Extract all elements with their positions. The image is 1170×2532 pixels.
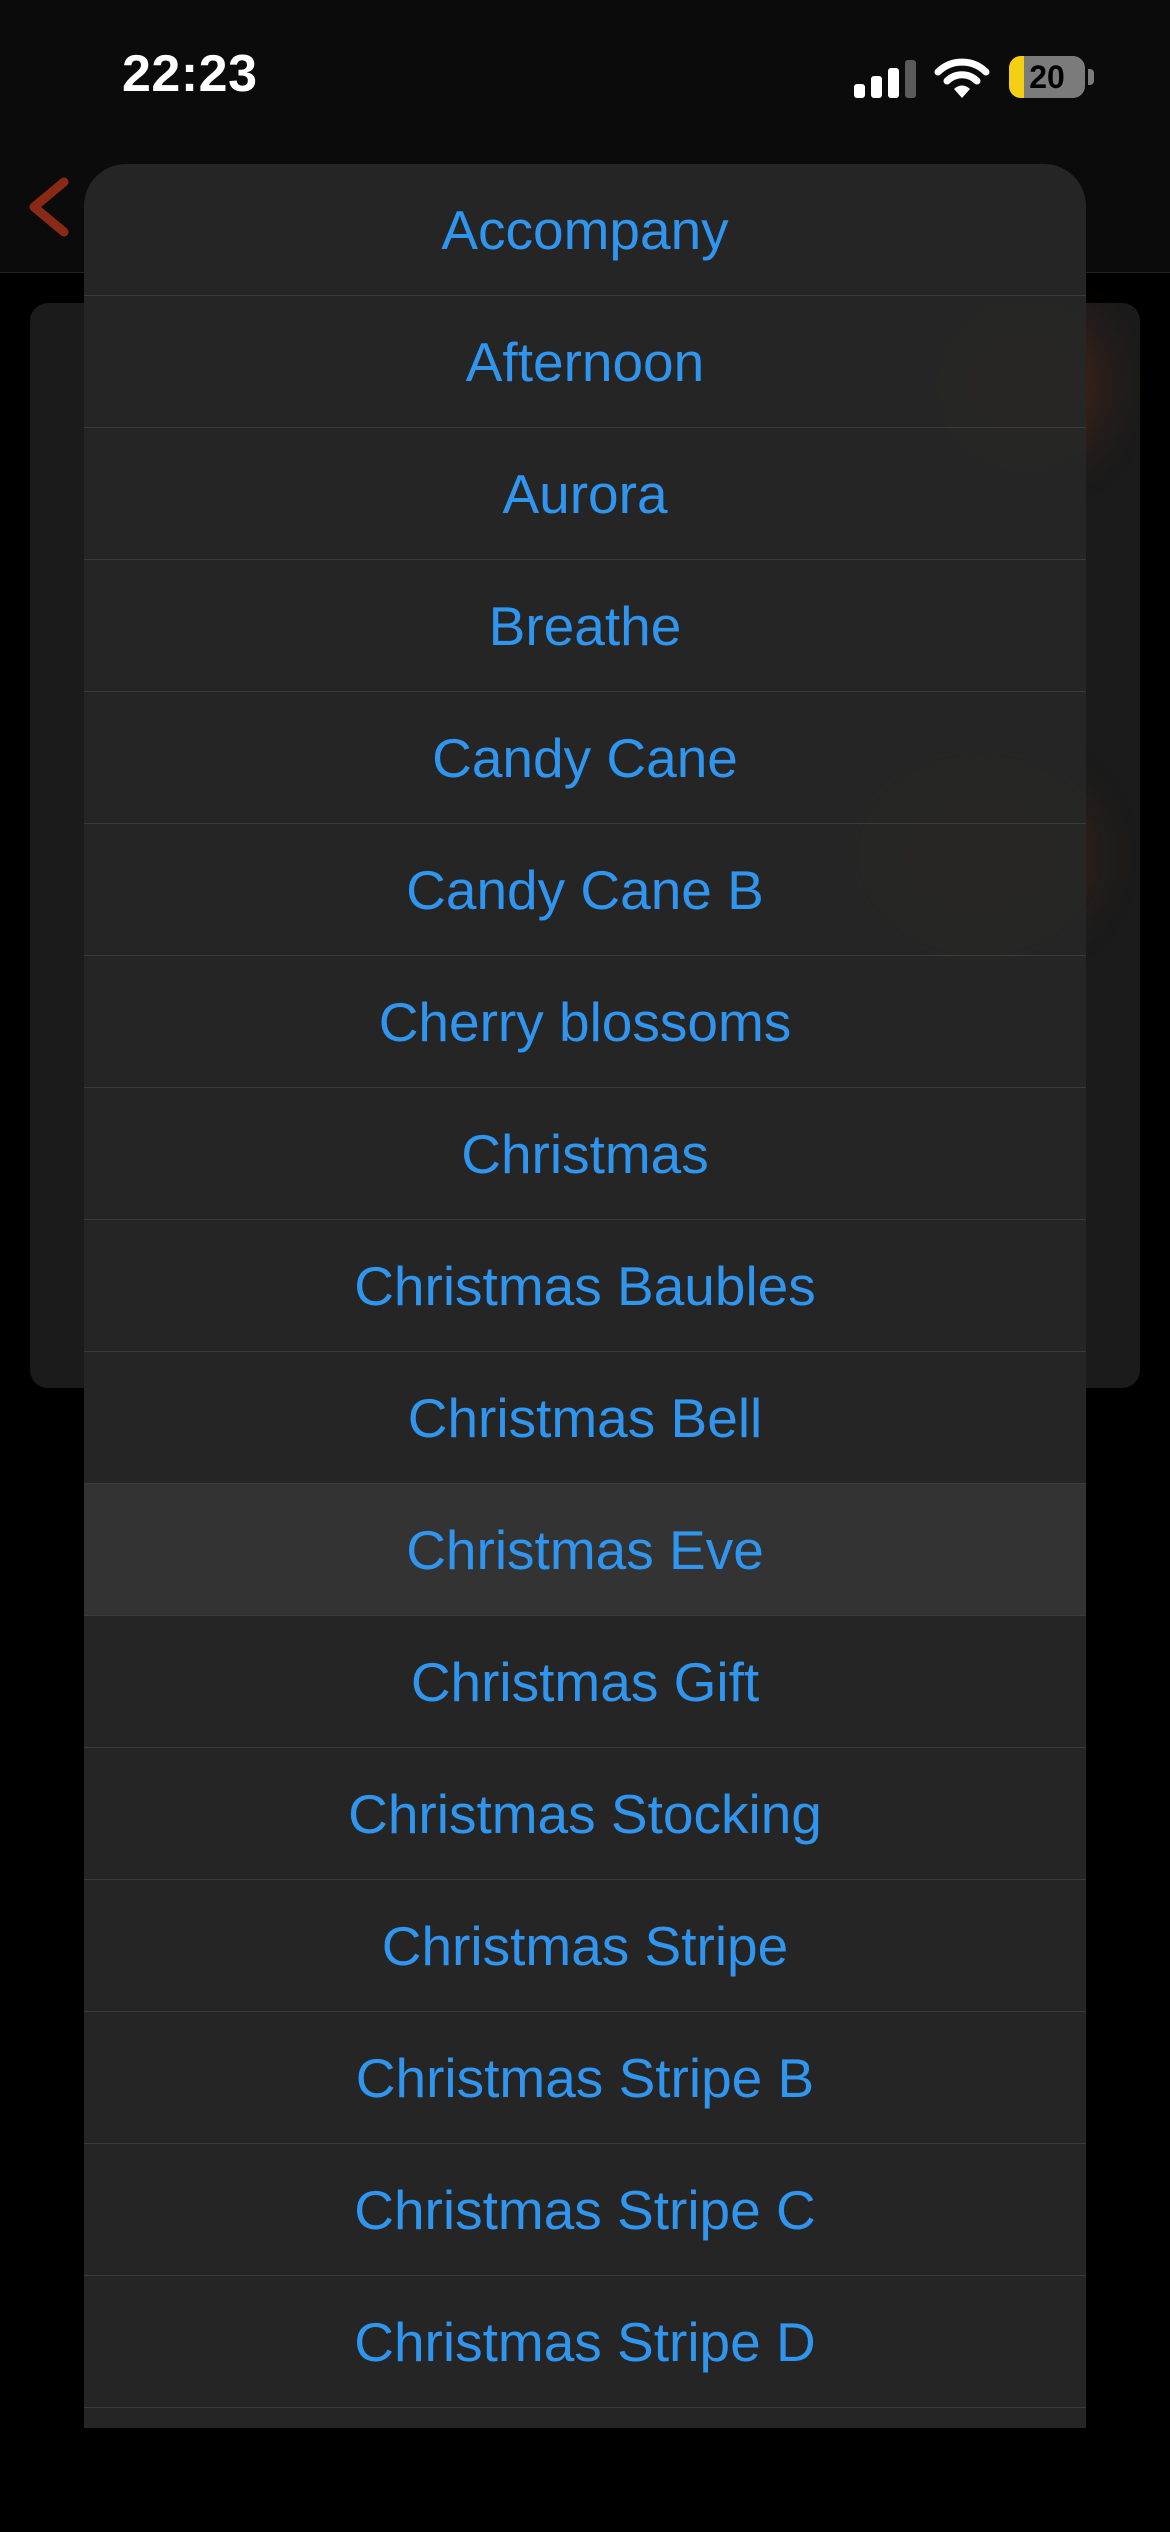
sheet-option[interactable]: Christmas Stripe (84, 1880, 1086, 2012)
effect-picker-sheet: Accompany Afternoon Aurora Breathe Candy… (84, 164, 1086, 2428)
battery-cap (1088, 69, 1094, 85)
sheet-option[interactable]: Afternoon (84, 296, 1086, 428)
battery-icon: 20 (1009, 56, 1085, 98)
signal-bar (888, 68, 899, 98)
sheet-option[interactable]: Christmas Stripe C (84, 2144, 1086, 2276)
status-bar: 22:23 20 (0, 0, 1170, 160)
sheet-option[interactable]: Breathe (84, 560, 1086, 692)
cellular-signal-icon (854, 58, 916, 98)
wifi-icon (934, 58, 990, 98)
sheet-option[interactable]: Christmas Gift (84, 1616, 1086, 1748)
signal-bar (854, 84, 865, 98)
sheet-option[interactable]: Christmas (84, 1088, 1086, 1220)
battery-level-text: 20 (1029, 59, 1065, 95)
sheet-option[interactable]: Christmas Stripe B (84, 2012, 1086, 2144)
signal-bar (905, 60, 916, 98)
sheet-option[interactable]: Christmas Baubles (84, 1220, 1086, 1352)
sheet-option[interactable]: Candy Cane B (84, 824, 1086, 956)
sheet-option[interactable]: Accompany (84, 164, 1086, 296)
sheet-option[interactable]: Christmas Stripe D (84, 2276, 1086, 2408)
sheet-option[interactable]: Christmas Bell (84, 1352, 1086, 1484)
sheet-option[interactable]: Cherry blossoms (84, 956, 1086, 1088)
status-time: 22:23 (122, 45, 258, 103)
sheet-option[interactable]: Candy Cane (84, 692, 1086, 824)
sheet-option[interactable]: Aurora (84, 428, 1086, 560)
sheet-option[interactable]: Christmas Eve (84, 1484, 1086, 1616)
sheet-option[interactable]: Christmas Stocking (84, 1748, 1086, 1880)
chevron-left-icon[interactable] (20, 172, 80, 242)
signal-bar (871, 76, 882, 98)
